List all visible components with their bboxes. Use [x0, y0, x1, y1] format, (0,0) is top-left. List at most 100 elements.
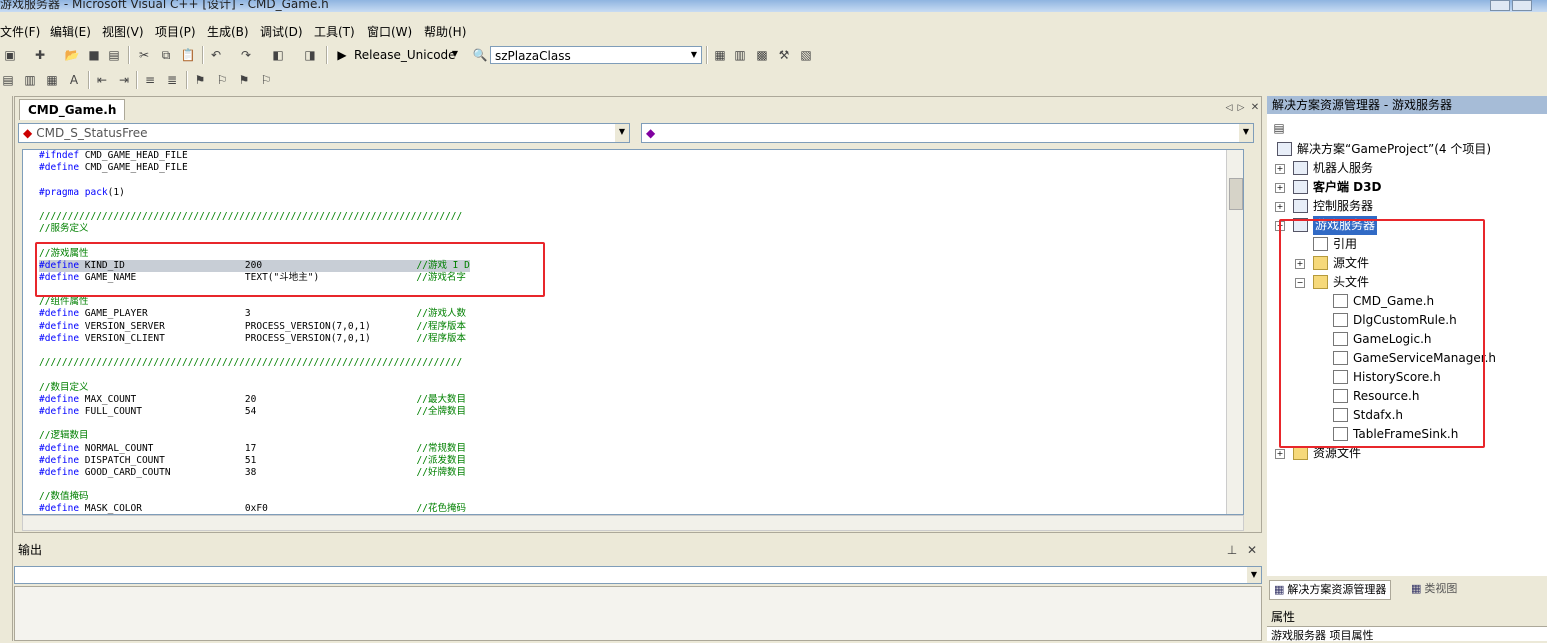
open-icon[interactable]: 📂: [64, 47, 80, 63]
member-combo[interactable]: ◆ ▼: [641, 123, 1254, 143]
new-project-icon[interactable]: ▣: [2, 47, 18, 63]
save-icon[interactable]: ■: [86, 47, 102, 63]
code-line[interactable]: //组件属性: [39, 296, 1243, 308]
code-line[interactable]: [39, 199, 1243, 211]
code-line[interactable]: #define MAX_COUNT 20 //最大数目: [39, 394, 1243, 406]
indent-icon[interactable]: ⇥: [116, 72, 132, 88]
output-body[interactable]: [14, 586, 1262, 641]
code-line[interactable]: #define GOOD_CARD_COUTN 38 //好牌数目: [39, 467, 1243, 479]
code-line[interactable]: #define VERSION_SERVER PROCESS_VERSION(7…: [39, 321, 1243, 333]
quick-info-icon[interactable]: ▦: [44, 72, 60, 88]
chevron-down-icon[interactable]: ▼: [1239, 124, 1253, 142]
properties-icon[interactable]: ▥: [732, 47, 748, 63]
left-dock-strip[interactable]: [0, 96, 13, 641]
code-line[interactable]: [39, 369, 1243, 381]
output-source-combo[interactable]: ▼: [14, 566, 1262, 584]
code-token: MASK_COLOR 0xF0: [79, 503, 417, 515]
pin-icon[interactable]: ⊥: [1224, 542, 1240, 558]
class-view-icon: ▦: [1411, 582, 1422, 595]
solution-explorer-icon[interactable]: ▦: [712, 47, 728, 63]
member-list-icon[interactable]: ▤: [0, 72, 16, 88]
expand-icon[interactable]: +: [1275, 164, 1285, 174]
complete-word-icon[interactable]: A: [66, 72, 82, 88]
code-line[interactable]: #pragma pack(1): [39, 187, 1243, 199]
code-line[interactable]: //数值掩码: [39, 491, 1243, 503]
code-line[interactable]: //数目定义: [39, 382, 1243, 394]
cut-icon[interactable]: ✂: [136, 47, 152, 63]
comment-icon[interactable]: ≡: [142, 72, 158, 88]
tab-class-view[interactable]: ▦ 类视图: [1407, 580, 1461, 598]
options-icon[interactable]: ▧: [798, 47, 814, 63]
chevron-down-icon[interactable]: ▼: [687, 47, 701, 63]
code-line[interactable]: [39, 345, 1243, 357]
code-line[interactable]: ////////////////////////////////////////…: [39, 211, 1243, 223]
menu-help[interactable]: 帮助(H): [424, 23, 466, 40]
add-item-icon[interactable]: ✚: [32, 47, 48, 63]
bookmark-toggle-icon[interactable]: ⚑: [192, 72, 208, 88]
expand-icon[interactable]: +: [1275, 202, 1285, 212]
code-comment: //好牌数目: [416, 466, 466, 478]
save-all-icon[interactable]: ▤: [106, 47, 122, 63]
find-combo[interactable]: szPlazaClass ▼: [490, 46, 702, 64]
solution-config-combo[interactable]: Release_Unicode ▼: [350, 46, 462, 64]
code-line[interactable]: [39, 418, 1243, 430]
expand-icon[interactable]: +: [1275, 183, 1285, 193]
code-line[interactable]: #define FULL_COUNT 54 //全牌数目: [39, 406, 1243, 418]
code-line[interactable]: #define GAME_PLAYER 3 //游戏人数: [39, 308, 1243, 320]
code-line[interactable]: #define MASK_COLOR 0xF0 //花色掩码: [39, 503, 1243, 515]
menu-build[interactable]: 生成(B): [207, 23, 249, 40]
undo-icon[interactable]: ↶: [208, 47, 224, 63]
code-line[interactable]: ////////////////////////////////////////…: [39, 357, 1243, 369]
redo-icon[interactable]: ↷: [238, 47, 254, 63]
code-text[interactable]: #ifndef CMD_GAME_HEAD_FILE #define CMD_GA…: [23, 150, 1243, 515]
scrollbar-thumb[interactable]: [1229, 178, 1243, 210]
find-in-files-icon[interactable]: 🔍: [472, 47, 488, 63]
tab-solution-explorer[interactable]: ▦ 解决方案资源管理器: [1269, 580, 1392, 600]
chevron-down-icon[interactable]: ▼: [448, 46, 462, 62]
outdent-icon[interactable]: ⇤: [94, 72, 110, 88]
paste-icon[interactable]: 📋: [180, 47, 196, 63]
chevron-down-icon[interactable]: ▼: [1247, 567, 1261, 583]
bookmark-clear-icon[interactable]: ⚐: [258, 72, 274, 88]
tools-icon[interactable]: ⚒: [776, 47, 792, 63]
toolbox-icon[interactable]: ▩: [754, 47, 770, 63]
menu-project[interactable]: 项目(P): [155, 23, 196, 40]
code-line[interactable]: [39, 174, 1243, 186]
tab-label: 解决方案资源管理器: [1287, 583, 1387, 596]
class-combo[interactable]: ◆ CMD_S_StatusFree ▼: [18, 123, 630, 143]
menu-file[interactable]: 文件(F): [0, 23, 40, 40]
code-editor[interactable]: #ifndef CMD_GAME_HEAD_FILE #define CMD_GA…: [22, 149, 1244, 515]
code-line[interactable]: #define NORMAL_COUNT 17 //常规数目: [39, 443, 1243, 455]
code-line[interactable]: [39, 479, 1243, 491]
start-debug-icon[interactable]: ▶: [334, 47, 350, 63]
code-line[interactable]: #define VERSION_CLIENT PROCESS_VERSION(7…: [39, 333, 1243, 345]
properties-object[interactable]: 游戏服务器 项目属性: [1267, 626, 1547, 642]
menu-tools[interactable]: 工具(T): [314, 23, 355, 40]
maximize-button[interactable]: [1512, 0, 1532, 11]
bookmark-next-icon[interactable]: ⚑: [236, 72, 252, 88]
menu-window[interactable]: 窗口(W): [367, 23, 412, 40]
code-line[interactable]: #ifndef CMD_GAME_HEAD_FILE: [39, 150, 1243, 162]
uncomment-icon[interactable]: ≣: [164, 72, 180, 88]
navigate-forward-icon[interactable]: ◨: [302, 47, 318, 63]
vertical-scrollbar[interactable]: [1226, 150, 1243, 514]
menu-debug[interactable]: 调试(D): [260, 23, 303, 40]
menu-view[interactable]: 视图(V): [102, 23, 144, 40]
menu-edit[interactable]: 编辑(E): [50, 23, 91, 40]
code-line[interactable]: //逻辑数目: [39, 430, 1243, 442]
navigate-back-icon[interactable]: ◧: [270, 47, 286, 63]
bookmark-prev-icon[interactable]: ⚐: [214, 72, 230, 88]
close-icon[interactable]: ✕: [1244, 542, 1260, 558]
minimize-button[interactable]: [1490, 0, 1510, 11]
tab-cmd-game-h[interactable]: CMD_Game.h: [19, 99, 126, 120]
properties-icon[interactable]: ▤: [1271, 120, 1287, 136]
horizontal-scrollbar[interactable]: [22, 515, 1244, 531]
copy-icon[interactable]: ⧉: [158, 47, 174, 63]
code-line[interactable]: #define DISPATCH_COUNT 51 //派发数目: [39, 455, 1243, 467]
chevron-down-icon[interactable]: ▼: [615, 124, 629, 142]
close-icon[interactable]: ✕: [1247, 100, 1263, 116]
parameter-info-icon[interactable]: ▥: [22, 72, 38, 88]
expand-icon[interactable]: +: [1275, 449, 1285, 459]
code-line[interactable]: #define CMD_GAME_HEAD_FILE: [39, 162, 1243, 174]
code-line[interactable]: //服务定义: [39, 223, 1243, 235]
